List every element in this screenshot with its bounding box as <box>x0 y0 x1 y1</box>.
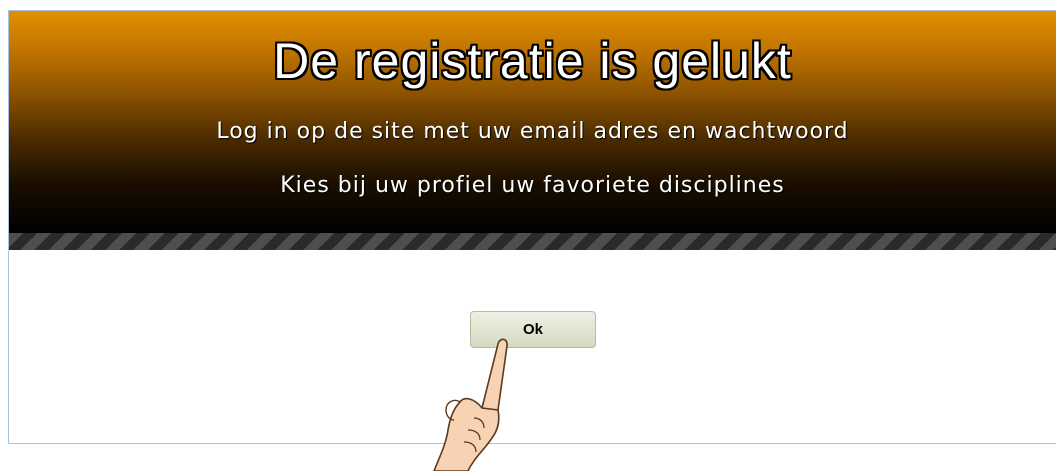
header-banner: De registratie is gelukt Log in op de si… <box>9 11 1056 233</box>
striped-divider <box>9 233 1056 250</box>
login-instruction: Log in op de site met uw email adres en … <box>216 119 849 144</box>
profile-instruction: Kies bij uw profiel uw favoriete discipl… <box>280 173 785 198</box>
page-title: De registratie is gelukt <box>273 33 792 89</box>
pointing-hand-icon <box>433 338 508 471</box>
registration-success-dialog: De registratie is gelukt Log in op de si… <box>8 10 1056 444</box>
